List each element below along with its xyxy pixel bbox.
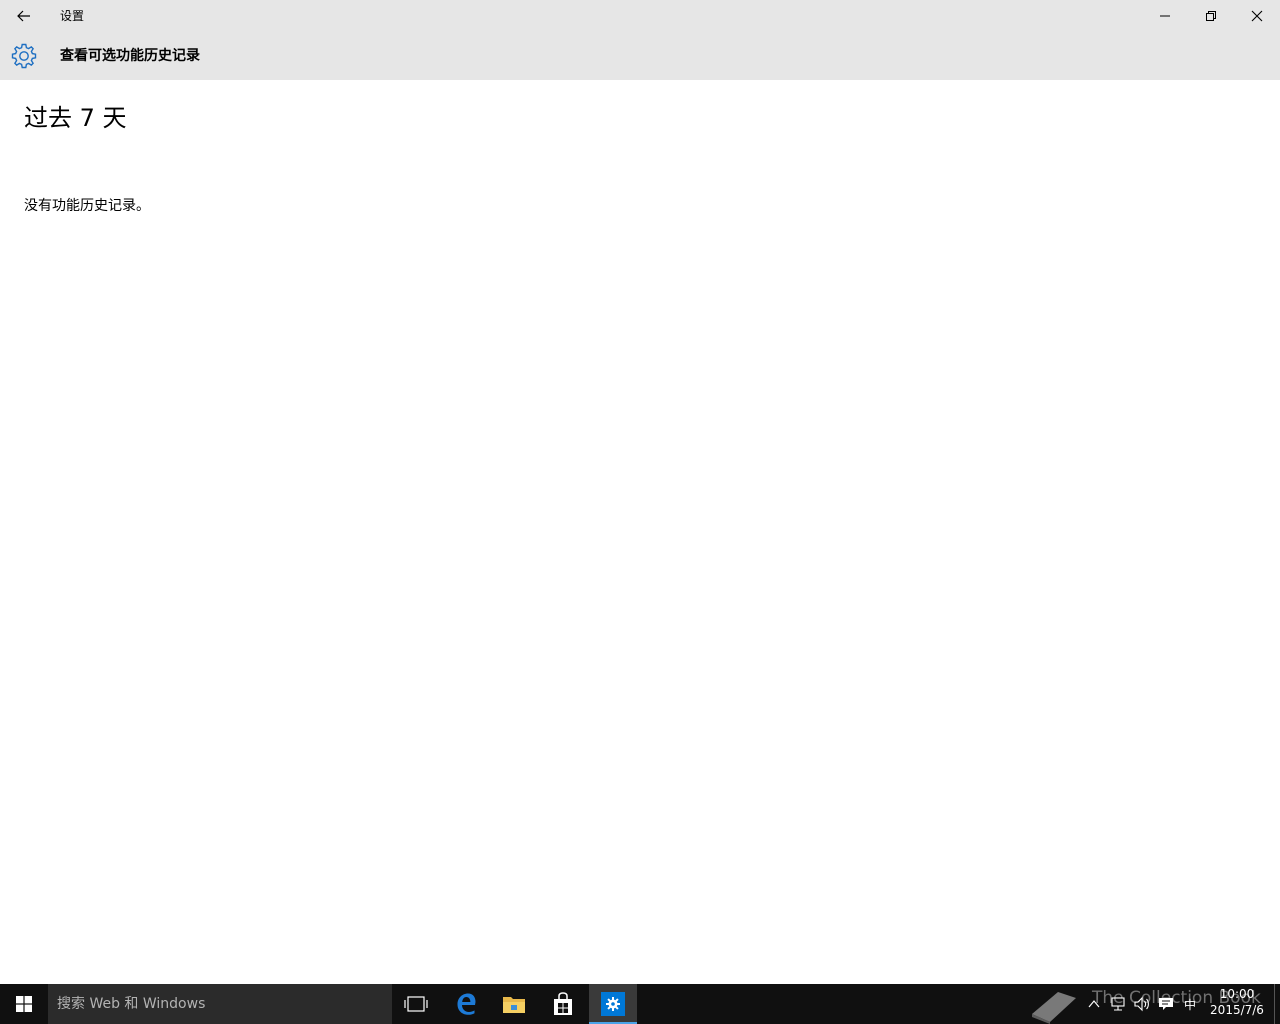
settings-app-button[interactable] [589, 984, 637, 1024]
windows-logo-icon [16, 996, 32, 1012]
input-method-button[interactable]: 中 [1178, 984, 1202, 1024]
file-explorer-button[interactable] [490, 984, 538, 1024]
taskbar-clock[interactable]: 10:00 2015/7/6 [1204, 986, 1270, 1022]
back-arrow-icon [17, 10, 30, 22]
task-view-icon [404, 996, 428, 1012]
taskbar: 搜索 Web 和 Windows The Collection Book 中 1… [0, 984, 1280, 1024]
speaker-icon [1134, 996, 1149, 1012]
close-button[interactable] [1234, 0, 1280, 32]
show-hidden-icons-button[interactable] [1082, 984, 1106, 1024]
store-button[interactable] [539, 984, 587, 1024]
folder-icon [503, 997, 525, 1013]
section-heading: 过去 7 天 [24, 104, 127, 132]
taskbar-search-box[interactable]: 搜索 Web 和 Windows [48, 984, 392, 1024]
page-header-bar: 查看可选功能历史记录 [0, 32, 1280, 80]
action-center-button[interactable] [1154, 984, 1178, 1024]
minimize-button[interactable] [1142, 0, 1188, 32]
store-bag-icon [554, 992, 572, 1015]
settings-gear-icon [11, 43, 37, 69]
title-bar: 设置 [0, 0, 1280, 32]
network-icon [1111, 997, 1125, 1011]
restore-button[interactable] [1188, 0, 1234, 32]
search-placeholder: 搜索 Web 和 Windows [57, 996, 206, 1012]
page-title: 查看可选功能历史记录 [60, 48, 200, 64]
show-desktop-button[interactable] [1274, 984, 1280, 1024]
task-view-button[interactable] [392, 984, 440, 1024]
message-icon [1159, 998, 1173, 1010]
back-button[interactable] [0, 0, 48, 32]
clock-date: 2015/7/6 [1210, 1003, 1264, 1017]
start-button[interactable] [0, 984, 48, 1024]
edge-icon [457, 993, 476, 1015]
ime-label: 中 [1183, 997, 1196, 1012]
volume-tray-button[interactable] [1130, 984, 1154, 1024]
empty-history-message: 没有功能历史记录。 [24, 198, 150, 214]
edge-browser-button[interactable] [442, 984, 490, 1024]
restore-icon [1206, 11, 1216, 21]
settings-app-icon [601, 992, 625, 1016]
book-watermark-icon [1032, 992, 1076, 1024]
network-tray-button[interactable] [1106, 984, 1130, 1024]
minimize-icon [1160, 15, 1170, 17]
chevron-up-icon [1088, 1000, 1100, 1008]
close-icon [1251, 10, 1263, 22]
clock-time: 10:00 [1219, 987, 1255, 1001]
app-title: 设置 [60, 9, 85, 23]
